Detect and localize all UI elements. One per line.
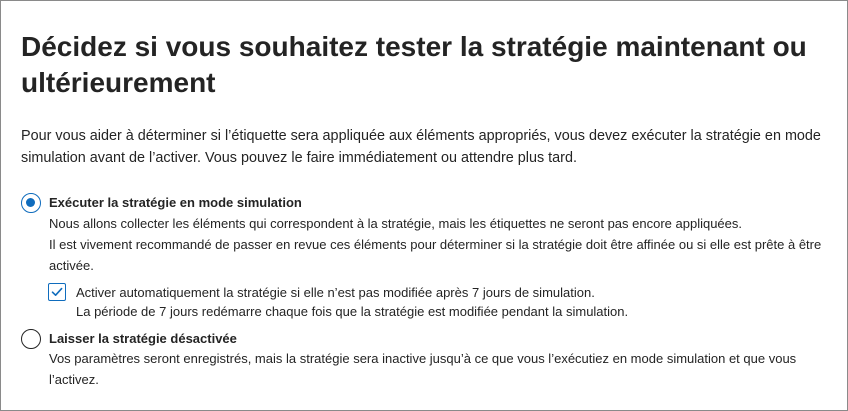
page-description: Pour vous aider à déterminer si l’étique… [21, 128, 821, 166]
checkmark-icon [51, 287, 63, 296]
auto-activate-checkbox[interactable] [48, 283, 66, 301]
page-title: Décidez si vous souhaitez tester la stra… [21, 31, 807, 98]
radio-keep-disabled[interactable] [21, 329, 41, 349]
option-disabled-text: Vos paramètres seront enregistrés, mais … [49, 351, 797, 387]
option-disabled-label[interactable]: Laisser la stratégie désactivée [49, 330, 809, 348]
option-simulation-text: Nous allons collecter les éléments qui c… [49, 216, 743, 231]
option-simulation-recommendation: Il est vivement recommandé de passer en … [49, 237, 822, 273]
dialog-panel: Décidez si vous souhaitez tester la stra… [0, 0, 848, 411]
auto-activate-label[interactable]: Activer automatiquement la stratégie si … [76, 282, 816, 303]
option-simulation-label[interactable]: Exécuter la stratégie en mode simulation [49, 194, 809, 212]
auto-activate-hint: La période de 7 jours redémarre chaque f… [76, 304, 629, 319]
radio-run-simulation[interactable] [21, 193, 41, 213]
